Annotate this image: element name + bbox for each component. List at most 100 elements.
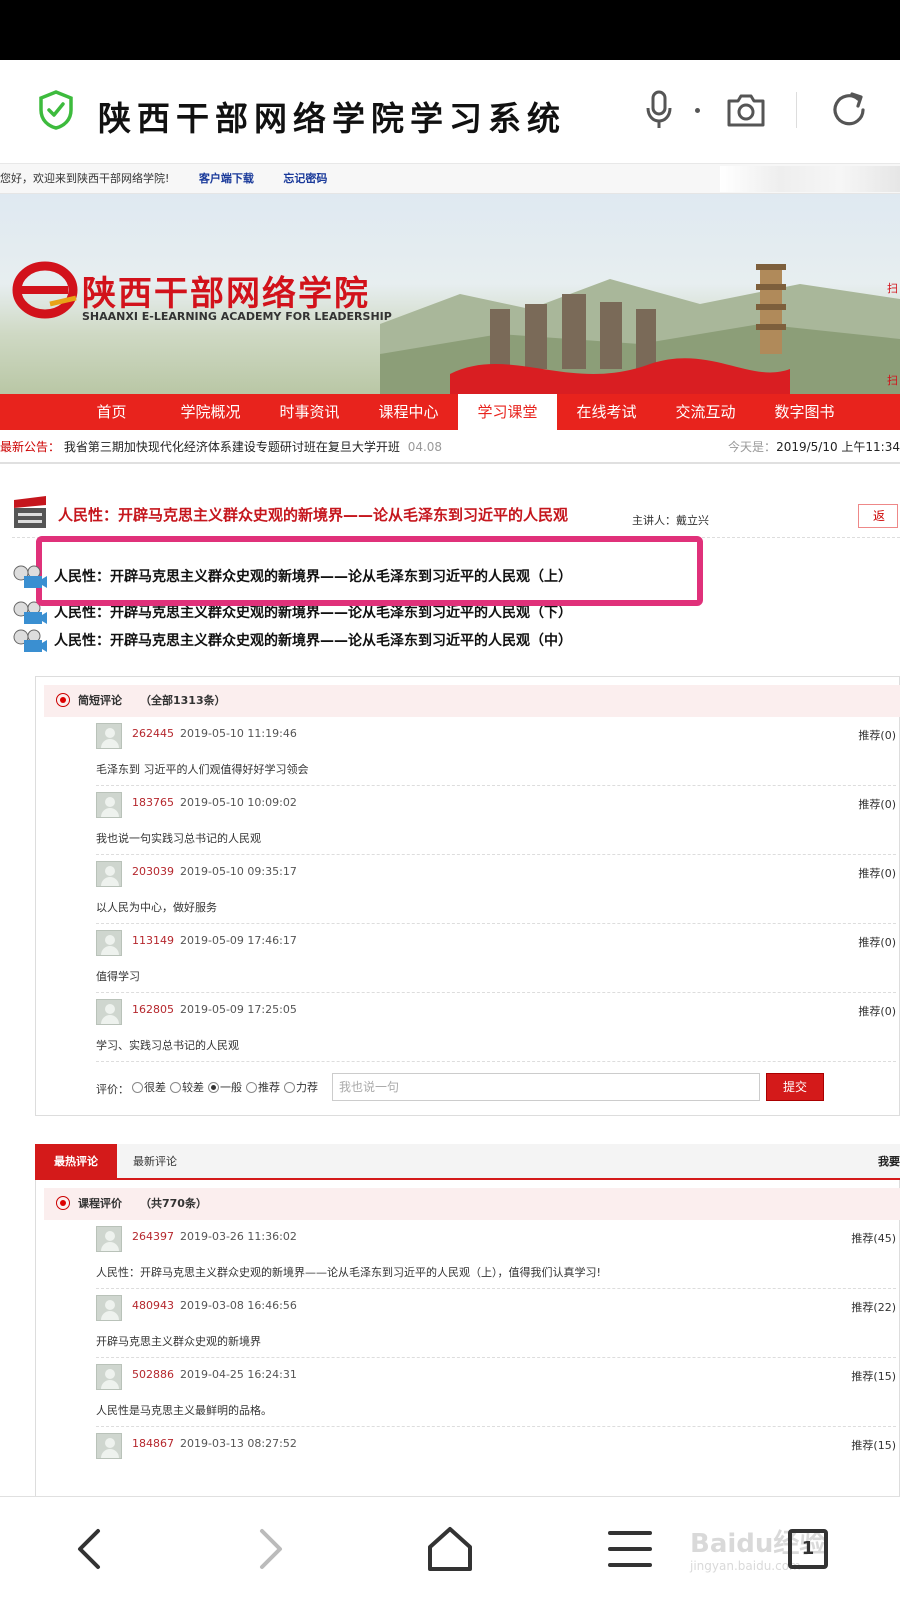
rating-option[interactable]: 推荐 [246, 1079, 280, 1095]
menu-icon[interactable] [606, 1525, 654, 1573]
nav-item-courses[interactable]: 课程中心 [359, 394, 458, 430]
back-icon[interactable] [66, 1525, 114, 1573]
section-heading: 课程评价 [78, 1197, 122, 1210]
recommend-button[interactable]: 推荐(0) [858, 1003, 896, 1019]
banner-side-text: 扫 [887, 282, 898, 295]
comment-user[interactable]: 162805 [132, 1003, 174, 1016]
radio-button[interactable] [246, 1081, 257, 1093]
site-banner: 陕西干部网络学院 SHAANXI E-LEARNING ACADEMY FOR … [0, 194, 900, 394]
comment-row: 203039 2019-05-10 09:35:17 推荐(0) 以人民为中心，… [96, 855, 896, 924]
tab-write-review[interactable]: 我要 [878, 1144, 900, 1180]
rating-option-label: 很差 [144, 1081, 166, 1094]
forward-icon[interactable] [246, 1525, 294, 1573]
comment-user[interactable]: 262445 [132, 727, 174, 740]
review-user[interactable]: 264397 [132, 1230, 174, 1243]
recommend-button[interactable]: 推荐(15) [851, 1368, 896, 1384]
radio-button-selected[interactable] [208, 1081, 219, 1093]
nav-item-news[interactable]: 时事资讯 [260, 394, 359, 430]
academy-logo-icon [12, 261, 78, 319]
academy-name: 陕西干部网络学院 [82, 274, 370, 314]
review-user[interactable]: 480943 [132, 1299, 174, 1312]
today-value: 2019/5/10 上午11:34 [776, 440, 900, 454]
watermark-url: jingyan.baidu.com [690, 1559, 801, 1573]
nav-item-study[interactable]: 学习课堂 [458, 394, 557, 430]
review-row: 502886 2019-04-25 16:24:31 推荐(15) 人民性是马克… [96, 1358, 896, 1427]
tab-latest-comments[interactable]: 最新评论 [133, 1144, 177, 1180]
lesson-link[interactable]: 人民性：开辟马克思主义群众史观的新境界——论从毛泽东到习近平的人民观（中） [12, 628, 572, 654]
client-download-link[interactable]: 客户端下载 [199, 172, 254, 185]
notice-link[interactable]: 我省第三期加快现代化经济体系建设专题研讨班在复旦大学开班 [64, 440, 400, 454]
rating-option-label: 推荐 [258, 1081, 280, 1094]
comment-time: 2019-05-10 09:35:17 [180, 865, 297, 878]
recommend-button[interactable]: 推荐(45) [851, 1230, 896, 1246]
course-reviews-panel: 课程评价 （共770条） 264397 2019-03-26 11:36:02 推… [35, 1180, 900, 1496]
lesson-title: 人民性：开辟马克思主义群众史观的新境界——论从毛泽东到习近平的人民观（下） [54, 605, 572, 621]
rating-option[interactable]: 较差 [170, 1079, 204, 1095]
browser-bottom-bar: Baidu经验 jingyan.baidu.com 1 [0, 1496, 900, 1600]
short-comments-panel: 简短评论 （全部1313条） 262445 2019-05-10 11:19:46… [35, 676, 900, 1116]
browser-address-bar: 陕西干部网络学院学习系统 [0, 60, 900, 164]
lesson-link[interactable]: 人民性：开辟马克思主义群众史观的新境界——论从毛泽东到习近平的人民观（上） [12, 564, 572, 590]
camera-icon[interactable] [726, 92, 766, 128]
submit-button[interactable]: 提交 [766, 1073, 824, 1101]
avatar [96, 723, 122, 749]
recommend-button[interactable]: 推荐(0) [858, 934, 896, 950]
tabs-icon[interactable]: 1 [788, 1529, 828, 1569]
comment-user[interactable]: 203039 [132, 865, 174, 878]
avatar [96, 1226, 122, 1252]
avatar [96, 1364, 122, 1390]
nav-item-library[interactable]: 数字图书 [755, 394, 854, 430]
page-title[interactable]: 陕西干部网络学院学习系统 [98, 92, 566, 140]
comment-time: 2019-05-09 17:25:05 [180, 1003, 297, 1016]
red-ribbon [450, 358, 790, 394]
review-time: 2019-03-13 08:27:52 [180, 1437, 297, 1450]
reload-icon[interactable] [830, 90, 868, 130]
comment-count: （全部1313条） [140, 694, 226, 707]
microphone-icon[interactable] [644, 90, 674, 130]
recommend-button[interactable]: 推荐(0) [858, 796, 896, 812]
home-icon[interactable] [426, 1525, 474, 1573]
today-label: 今天是： [728, 440, 777, 454]
status-bar [0, 0, 900, 60]
review-user[interactable]: 502886 [132, 1368, 174, 1381]
recommend-button[interactable]: 推荐(0) [858, 865, 896, 881]
nav-item-exam[interactable]: 在线考试 [557, 394, 656, 430]
back-button[interactable]: 返 [858, 504, 898, 528]
clapperboard-icon [14, 496, 46, 528]
notice-bar: 最新公告： 我省第三期加快现代化经济体系建设专题研讨班在复旦大学开班 04.08… [0, 430, 900, 464]
radio-button[interactable] [132, 1081, 143, 1093]
rating-option-label: 力荐 [296, 1081, 318, 1094]
rating-option[interactable]: 很差 [132, 1079, 166, 1095]
comment-time: 2019-05-10 11:19:46 [180, 727, 297, 740]
lecturer: 主讲人：戴立兴 [632, 512, 709, 528]
radio-button[interactable] [284, 1081, 295, 1093]
comment-row: 162805 2019-05-09 17:25:05 推荐(0) 学习、实践习总… [96, 993, 896, 1062]
review-time: 2019-04-25 16:24:31 [180, 1368, 297, 1381]
forgot-password-link[interactable]: 忘记密码 [283, 172, 327, 185]
rating-option[interactable]: 一般 [208, 1079, 242, 1095]
notice-label: 最新公告： [0, 440, 61, 454]
recommend-button[interactable]: 推荐(22) [851, 1299, 896, 1315]
academy-name-en: SHAANXI E-LEARNING ACADEMY FOR LEADERSHI… [82, 310, 392, 323]
review-time: 2019-03-26 11:36:02 [180, 1230, 297, 1243]
comment-user[interactable]: 183765 [132, 796, 174, 809]
rating-option[interactable]: 力荐 [284, 1079, 318, 1095]
nav-item-home[interactable]: 首页 [62, 394, 161, 430]
review-time: 2019-03-08 16:46:56 [180, 1299, 297, 1312]
lecturer-name: 戴立兴 [676, 514, 709, 527]
nav-item-community[interactable]: 交流互动 [656, 394, 755, 430]
recommend-button[interactable]: 推荐(0) [858, 727, 896, 743]
course-reviews-header: 课程评价 （共770条） [44, 1188, 900, 1220]
lecturer-label: 主讲人： [632, 514, 676, 527]
avatar [96, 930, 122, 956]
comment-input[interactable]: 我也说一句 [332, 1073, 760, 1101]
recommend-button[interactable]: 推荐(15) [851, 1437, 896, 1453]
nav-item-overview[interactable]: 学院概况 [161, 394, 260, 430]
tab-hot-comments[interactable]: 最热评论 [35, 1144, 117, 1180]
review-user[interactable]: 184867 [132, 1437, 174, 1450]
avatar [96, 861, 122, 887]
comment-time: 2019-05-09 17:46:17 [180, 934, 297, 947]
comment-user[interactable]: 113149 [132, 934, 174, 947]
radio-button[interactable] [170, 1081, 181, 1093]
avatar [96, 792, 122, 818]
